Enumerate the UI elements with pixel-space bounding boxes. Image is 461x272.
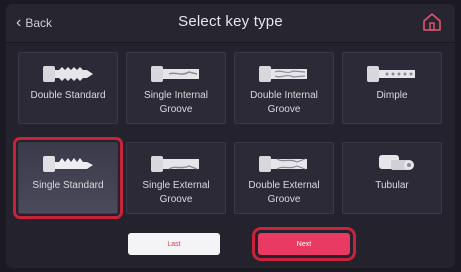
key-card-single-internal-groove[interactable]: Single Internal Groove xyxy=(126,52,226,124)
key-type-grid: Double Standard Single Internal Groove D… xyxy=(13,52,443,222)
tubular-key-icon xyxy=(379,155,414,170)
key-card-tubular[interactable]: Tubular xyxy=(342,142,442,214)
key-card-double-standard[interactable]: Double Standard xyxy=(18,52,118,124)
key-type-screen: ‹ Back Select key type Double Standard S… xyxy=(6,4,455,268)
home-icon[interactable] xyxy=(421,11,443,33)
key-card-double-internal-groove[interactable]: Double Internal Groove xyxy=(234,52,334,124)
key-card-label: Dimple xyxy=(376,90,408,101)
single-standard-key-icon xyxy=(43,156,93,172)
top-bar: ‹ Back Select key type xyxy=(6,4,455,43)
key-card-label: Tubular xyxy=(375,180,409,191)
dimple-key-icon xyxy=(367,66,415,82)
key-card-single-external-groove[interactable]: Single External Groove xyxy=(126,142,226,214)
key-card-label: Double Internal Groove xyxy=(250,90,318,115)
key-card-label: Single External Groove xyxy=(142,180,210,205)
key-card-label: Single Internal Groove xyxy=(144,90,208,115)
double-standard-key-icon xyxy=(43,66,93,82)
double-internal-groove-key-icon xyxy=(259,66,307,82)
single-internal-groove-key-icon xyxy=(151,66,199,82)
key-card-dimple[interactable]: Dimple xyxy=(342,52,442,124)
page-title: Select key type xyxy=(178,13,283,30)
last-button[interactable]: Last xyxy=(128,233,220,255)
key-card-label: Double External Groove xyxy=(248,180,320,205)
next-button[interactable]: Next xyxy=(252,227,356,261)
key-card-double-external-groove[interactable]: Double External Groove xyxy=(234,142,334,214)
double-external-groove-key-icon xyxy=(259,156,307,172)
key-card-label: Single Standard xyxy=(32,180,104,191)
single-external-groove-key-icon xyxy=(151,156,199,172)
key-card-single-standard[interactable]: Single Standard xyxy=(13,137,123,219)
key-card-label: Double Standard xyxy=(30,90,106,101)
